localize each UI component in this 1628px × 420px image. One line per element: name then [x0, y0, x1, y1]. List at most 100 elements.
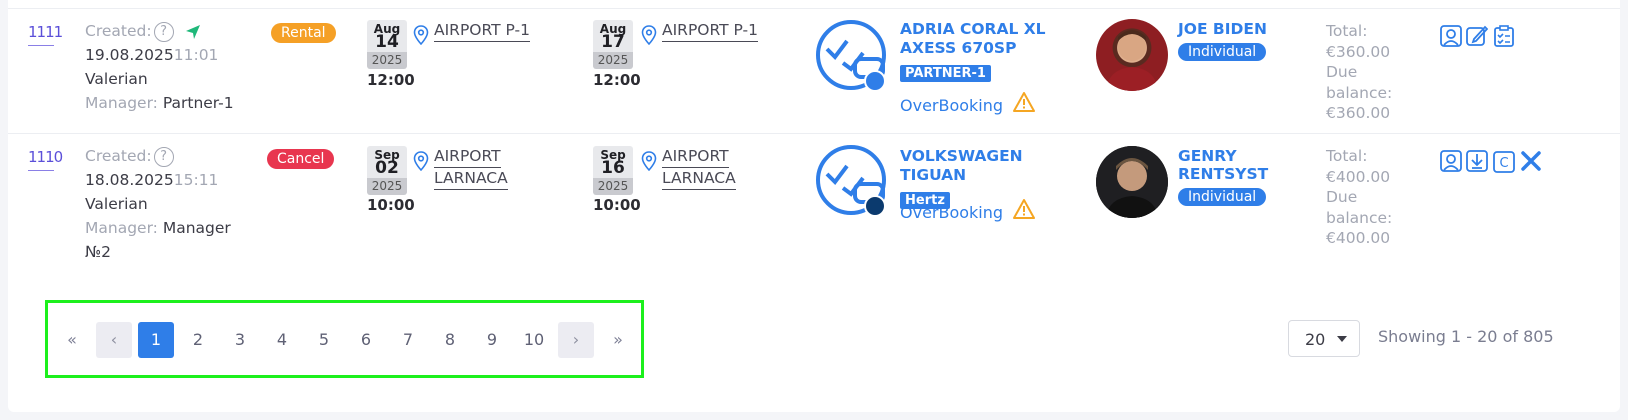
page-button[interactable]: 4 [264, 322, 300, 358]
due-label: Due [1326, 63, 1358, 81]
created-label: Created: [85, 22, 152, 40]
location-pin-icon [413, 151, 429, 171]
pickup-location[interactable]: AIRPORT LARNACA [434, 146, 508, 190]
c-icon[interactable]: C [1493, 151, 1515, 173]
avatar [1096, 19, 1168, 91]
page-button[interactable]: 1 [138, 322, 174, 358]
page-button[interactable]: 6 [348, 322, 384, 358]
due-value: €400.00 [1326, 229, 1391, 247]
page-button[interactable]: 3 [222, 322, 258, 358]
booking-row: 1111 Created:? 19.08.202511:01 Valerian … [8, 8, 1620, 134]
car-title[interactable]: VOLKSWAGEN TIGUAN [900, 147, 1090, 185]
first-page-button[interactable]: « [54, 322, 90, 358]
status-badge: Rental [271, 22, 336, 43]
pickup-location[interactable]: AIRPORT P-1 [434, 20, 530, 42]
checklist-icon[interactable] [1493, 25, 1515, 47]
booking-row: 1110 Created:? 18.08.202515:11 Valerian … [8, 134, 1620, 266]
created-time: 15:11 [173, 171, 219, 189]
return-year: 2025 [593, 52, 633, 69]
created-date: 19.08.2025 [85, 46, 174, 64]
car-placeholder-icon [816, 145, 886, 217]
pickup-time: 12:00 [367, 71, 415, 89]
warning-icon [1013, 199, 1036, 219]
help-icon[interactable]: ? [153, 21, 174, 42]
help-icon[interactable]: ? [153, 146, 174, 167]
created-info: Created:? 19.08.202511:01 Valerian Manag… [85, 19, 265, 115]
return-year: 2025 [593, 178, 633, 195]
due-value: €360.00 [1326, 104, 1391, 122]
page-button[interactable]: 7 [390, 322, 426, 358]
pickup-year: 2025 [367, 52, 407, 69]
return-location[interactable]: AIRPORT LARNACA [662, 146, 736, 190]
created-user: Valerian [85, 70, 148, 88]
created-date: 18.08.2025 [85, 171, 174, 189]
telegram-icon [185, 24, 200, 39]
overbooking-label: OverBooking [900, 198, 1036, 222]
manager-value: Partner-1 [162, 94, 234, 112]
location-pin-icon [413, 25, 429, 45]
view-icon[interactable] [1440, 25, 1462, 47]
avatar [1096, 146, 1168, 218]
created-label: Created: [85, 147, 152, 165]
page-button[interactable]: 9 [474, 322, 510, 358]
money-info: Total: €360.00 Due balance: €360.00 [1326, 21, 1392, 124]
manager-value: Manager [162, 219, 231, 237]
page-button[interactable]: 10 [516, 322, 552, 358]
return-date: Aug 17 2025 [593, 20, 633, 69]
prev-page-button[interactable]: ‹ [96, 322, 132, 358]
chevron-down-icon [1337, 336, 1347, 342]
booking-id-link[interactable]: 1111 [28, 23, 63, 46]
pickup-time: 10:00 [367, 196, 415, 214]
overbooking-label: OverBooking [900, 91, 1036, 115]
return-time: 10:00 [593, 196, 641, 214]
customer-info: JOE BIDEN Individual [1178, 20, 1267, 61]
return-day: 17 [601, 32, 625, 52]
balance-label: balance: [1326, 83, 1393, 102]
money-info: Total: €400.00 Due balance: €400.00 [1326, 146, 1392, 249]
customer-name[interactable]: JOE BIDEN [1178, 20, 1267, 38]
location-pin-icon [641, 25, 657, 45]
pickup-day: 02 [375, 158, 399, 178]
total-label: Total: [1326, 22, 1368, 40]
warning-icon [1013, 92, 1036, 112]
last-page-button[interactable]: » [600, 322, 636, 358]
total-value: €360.00 [1326, 42, 1391, 61]
close-icon[interactable] [1520, 150, 1542, 172]
car-info: ADRIA CORAL XL AXESS 670SP PARTNER-1 [900, 20, 1090, 82]
next-page-button[interactable]: › [558, 322, 594, 358]
total-value: €400.00 [1326, 167, 1391, 186]
return-day: 16 [601, 158, 625, 178]
page-button[interactable]: 8 [432, 322, 468, 358]
return-date: Sep 16 2025 [593, 146, 633, 195]
pickup-year: 2025 [367, 178, 407, 195]
customer-info: GENRY RENTSYST Individual [1178, 147, 1268, 206]
page-size-value: 20 [1305, 330, 1326, 349]
car-placeholder-icon [816, 20, 886, 92]
location-pin-icon [641, 151, 657, 171]
customer-name[interactable]: GENRY RENTSYST [1178, 147, 1268, 183]
manager-label: Manager: [85, 219, 158, 237]
edit-icon[interactable] [1466, 25, 1488, 47]
balance-label: balance: [1326, 208, 1393, 227]
manager-value-2: №2 [85, 243, 111, 261]
created-info: Created:? 18.08.202515:11 Valerian Manag… [85, 144, 265, 264]
showing-summary: Showing 1 - 20 of 805 [1378, 327, 1554, 346]
customer-type-badge: Individual [1178, 188, 1267, 206]
car-title[interactable]: ADRIA CORAL XL AXESS 670SP [900, 20, 1090, 58]
status-badge: Cancel [267, 148, 335, 169]
customer-type-badge: Individual [1178, 43, 1267, 61]
return-location[interactable]: AIRPORT P-1 [662, 20, 758, 42]
page-button[interactable]: 2 [180, 322, 216, 358]
due-label: Due [1326, 188, 1358, 206]
total-label: Total: [1326, 147, 1368, 165]
booking-id-link[interactable]: 1110 [28, 148, 63, 171]
created-user: Valerian [85, 195, 148, 213]
download-icon[interactable] [1466, 150, 1488, 172]
pickup-date: Sep 02 2025 [367, 146, 407, 195]
pickup-date: Aug 14 2025 [367, 20, 407, 69]
manager-label: Manager: [85, 94, 158, 112]
view-icon[interactable] [1440, 150, 1462, 172]
page-button[interactable]: 5 [306, 322, 342, 358]
pickup-day: 14 [375, 32, 399, 52]
page-size-select[interactable]: 20 [1288, 320, 1360, 357]
